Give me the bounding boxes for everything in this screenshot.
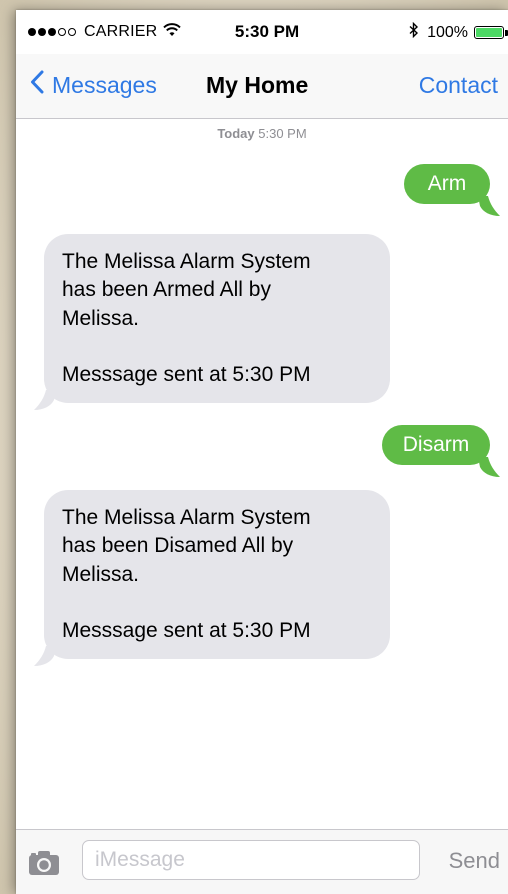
message-footer: Messsage sent at 5:30 PM (62, 619, 311, 643)
message-line: has been Armed All by (62, 278, 271, 302)
bubble-tail (34, 646, 56, 666)
message-text: Arm (427, 172, 467, 195)
message-footer: Messsage sent at 5:30 PM (62, 363, 311, 387)
battery-level (476, 28, 502, 37)
bluetooth-icon (409, 21, 419, 43)
message-line: The Melissa Alarm System (62, 506, 311, 529)
outgoing-message-bubble[interactable]: Disarm (382, 425, 490, 466)
message-line: The Melissa Alarm System (62, 250, 311, 273)
timestamp-day: Today (217, 126, 255, 141)
send-button[interactable]: Send (449, 848, 500, 874)
navigation-bar: Messages My Home Contact (16, 54, 508, 119)
message-line: Melissa. (62, 562, 140, 586)
status-right: 100% (409, 21, 508, 43)
back-button[interactable]: Messages (30, 70, 157, 100)
bubble-tail (478, 196, 500, 216)
camera-icon[interactable] (28, 850, 60, 881)
thread-timestamp: Today 5:30 PM (16, 126, 508, 141)
contact-button[interactable]: Contact (419, 72, 498, 99)
status-bar: CARRIER 5:30 PM 100% (16, 10, 508, 54)
message-composer: Send (16, 829, 508, 894)
phone-screen: CARRIER 5:30 PM 100% Messages My Home Co… (16, 10, 508, 894)
incoming-message-bubble[interactable]: The Melissa Alarm System has been Armed … (44, 234, 390, 404)
chevron-left-icon (30, 70, 44, 100)
message-line: Melissa. (62, 306, 140, 330)
bubble-tail (34, 390, 56, 410)
timestamp-time: 5:30 PM (258, 126, 307, 141)
bubble-tail (478, 457, 500, 477)
battery-icon (474, 26, 504, 39)
back-button-label: Messages (52, 71, 157, 98)
message-line: has been Disamed All by (62, 534, 294, 558)
incoming-message-bubble[interactable]: The Melissa Alarm System has been Disame… (44, 490, 390, 660)
message-input[interactable] (82, 840, 420, 880)
message-text: Disarm (402, 433, 470, 456)
conversation-title: My Home (206, 72, 309, 98)
battery-percent: 100% (427, 23, 468, 41)
